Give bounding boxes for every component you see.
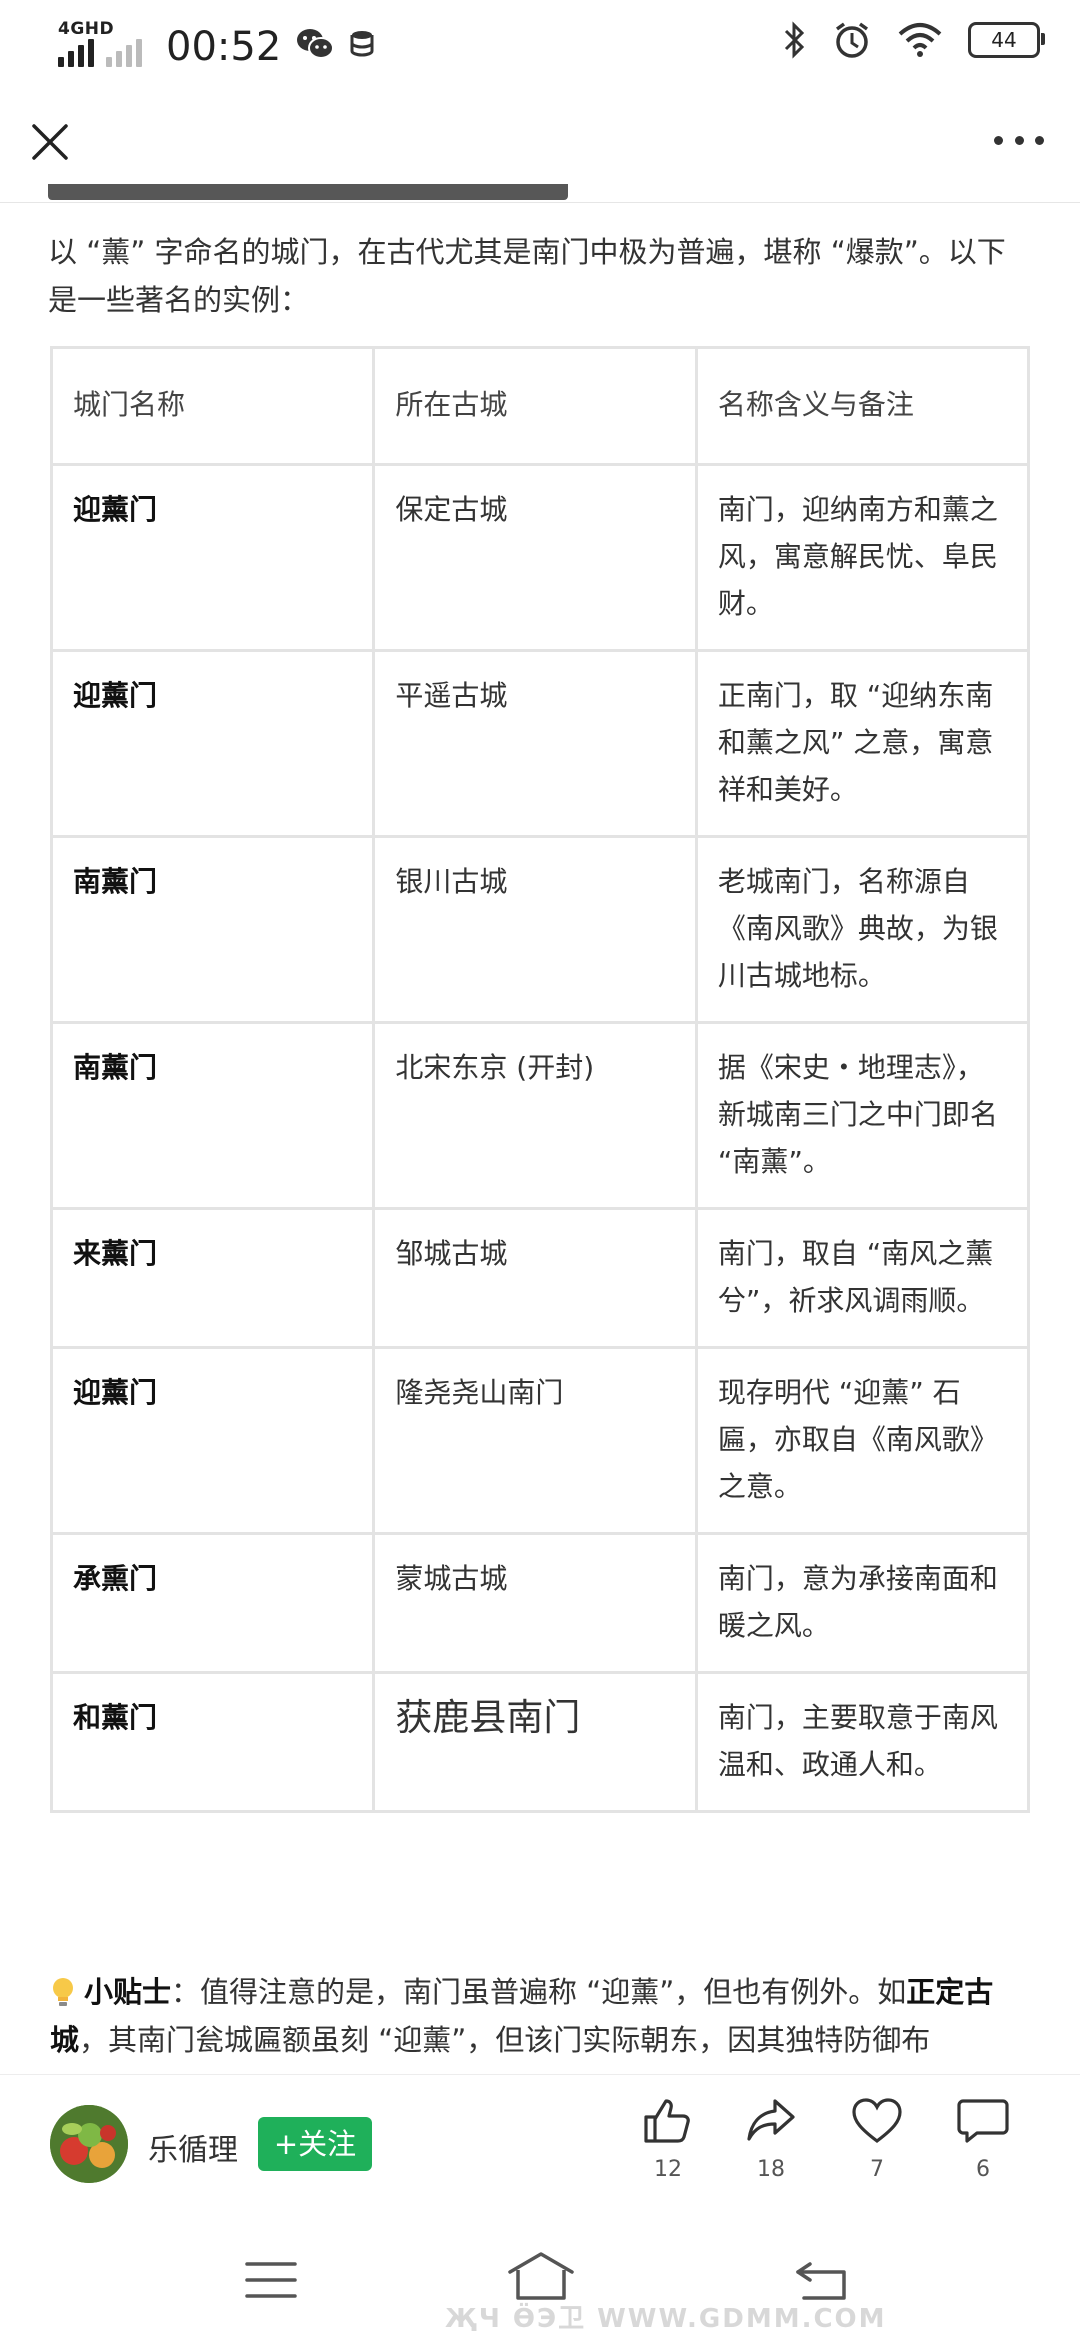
note-cell: 南门，取自 “南风之薰兮”，祈求风调雨顺。 bbox=[694, 1207, 1031, 1349]
bottom-action-bar: 乐循理 +关注 12 18 7 6 bbox=[0, 2074, 1080, 2221]
more-dot bbox=[1035, 135, 1044, 145]
comment-icon bbox=[957, 2099, 1009, 2143]
gate-name-cell: 和薰门 bbox=[49, 1671, 376, 1813]
signal-icon bbox=[58, 35, 94, 67]
favorite-count: 7 bbox=[870, 2157, 884, 2182]
more-dot bbox=[1014, 135, 1024, 145]
heart-icon bbox=[852, 2098, 902, 2144]
table-row: 南薰门 北宋东京 (开封) 据《宋史・地理志》，新城南三门之中门即名 “南薰”。 bbox=[49, 1021, 1031, 1210]
header-note: 名称含义与备注 bbox=[694, 346, 1031, 466]
city-cell: 隆尧尧山南门 bbox=[372, 1346, 698, 1535]
gate-name-cell: 迎薰门 bbox=[49, 463, 376, 652]
gate-name-cell: 迎薰门 bbox=[49, 649, 376, 838]
follow-button[interactable]: +关注 bbox=[258, 2117, 372, 2171]
gate-name-cell: 迎薰门 bbox=[49, 1346, 376, 1535]
city-cell: 获鹿县南门 bbox=[372, 1671, 698, 1813]
author-name[interactable]: 乐循理 bbox=[148, 2125, 238, 2169]
table-row: 迎薰门 保定古城 南门，迎纳南方和薰之风，寓意解民忧、阜民财。 bbox=[49, 463, 1031, 652]
gate-name-cell: 承熏门 bbox=[49, 1532, 376, 1674]
author-avatar[interactable] bbox=[50, 2105, 128, 2183]
gate-name-cell: 来薰门 bbox=[49, 1207, 376, 1349]
table-row: 迎薰门 隆尧尧山南门 现存明代 “迎薰” 石匾，亦取自《南风歌》之意。 bbox=[49, 1346, 1031, 1535]
bluetooth-icon bbox=[784, 21, 805, 59]
share-icon bbox=[747, 2099, 795, 2141]
header-city: 所在古城 bbox=[372, 346, 698, 466]
database-icon bbox=[350, 31, 374, 57]
article-body: 以 “薰” 字命名的城门，在古代尤其是南门中极为普遍，堪称 “爆款”。以下是一些… bbox=[48, 228, 1032, 324]
note-cell: 南门，迎纳南方和薰之风，寓意解民忧、阜民财。 bbox=[694, 463, 1031, 652]
header-gate-name: 城门名称 bbox=[49, 346, 376, 466]
vegetables-avatar-image bbox=[50, 2105, 128, 2183]
table-row: 迎薰门 平遥古城 正南门，取 “迎纳东南和薰之风” 之意，寓意祥和美好。 bbox=[49, 649, 1031, 838]
gate-name-cell: 南薰门 bbox=[49, 835, 376, 1024]
note-cell: 南门，主要取意于南风温和、政通人和。 bbox=[694, 1671, 1031, 1813]
tip-paragraph: 小贴士：值得注意的是，南门虽普遍称 “迎薰”，但也有例外。如正定古城，其南门瓮城… bbox=[50, 1968, 1034, 2064]
clock: 00:52 bbox=[166, 24, 282, 70]
note-cell: 南门，意为承接南面和暖之风。 bbox=[694, 1532, 1031, 1674]
scrolled-heading-remnant bbox=[48, 184, 608, 202]
more-dot bbox=[994, 135, 1003, 145]
city-cell: 保定古城 bbox=[372, 463, 698, 652]
back-icon[interactable] bbox=[794, 2258, 850, 2302]
city-cell: 北宋东京 (开封) bbox=[372, 1021, 698, 1210]
thumbs-up-icon bbox=[644, 2099, 690, 2143]
more-options-button[interactable] bbox=[994, 130, 1044, 150]
share-count: 18 bbox=[757, 2157, 785, 2182]
comment-button[interactable]: 6 bbox=[948, 2097, 1018, 2182]
menu-icon[interactable] bbox=[244, 2258, 298, 2302]
tip-label: 小贴士 bbox=[84, 1975, 172, 2009]
home-icon[interactable] bbox=[506, 2250, 576, 2302]
battery-icon: 44 bbox=[968, 22, 1045, 58]
like-count: 12 bbox=[654, 2157, 682, 2182]
note-cell: 老城南门，名称源自《南风歌》典故，为银川古城地标。 bbox=[694, 835, 1031, 1024]
alarm-icon bbox=[835, 22, 869, 58]
tip-text-cont: ，其南门瓮城匾额虽刻 “迎薰”，但该门实际朝东，因其独特防御布 bbox=[79, 2023, 931, 2057]
table-row: 来薰门 邹城古城 南门，取自 “南风之薰兮”，祈求风调雨顺。 bbox=[49, 1207, 1031, 1349]
comment-count: 6 bbox=[976, 2157, 990, 2182]
intro-paragraph: 以 “薰” 字命名的城门，在古代尤其是南门中极为普遍，堪称 “爆款”。以下是一些… bbox=[48, 235, 1006, 317]
note-cell: 现存明代 “迎薰” 石匾，亦取自《南风歌》之意。 bbox=[694, 1346, 1031, 1535]
favorite-button[interactable]: 7 bbox=[842, 2097, 912, 2182]
lightbulb-icon bbox=[53, 1978, 73, 2006]
tip-text: ：值得注意的是，南门虽普遍称 “迎薰”，但也有例外。如 bbox=[171, 1975, 907, 2009]
status-bar: 4GHD 00:52 44 bbox=[0, 0, 1080, 90]
close-icon[interactable] bbox=[28, 120, 72, 164]
note-cell: 正南门，取 “迎纳东南和薰之风” 之意，寓意祥和美好。 bbox=[694, 649, 1031, 838]
watermark: ҖЧ ӪЭ卫 WWW.GDMM.COM bbox=[445, 2304, 887, 2334]
battery-level: 44 bbox=[991, 28, 1017, 52]
table-row: 承熏门 蒙城古城 南门，意为承接南面和暖之风。 bbox=[49, 1532, 1031, 1674]
share-button[interactable]: 18 bbox=[736, 2097, 806, 2182]
city-gate-table: 城门名称 所在古城 名称含义与备注 迎薰门 保定古城 南门，迎纳南方和薰之风，寓… bbox=[49, 346, 1031, 1813]
like-button[interactable]: 12 bbox=[633, 2097, 703, 2182]
signal-icon-sim2 bbox=[106, 35, 142, 67]
table-row: 南薰门 银川古城 老城南门，名称源自《南风歌》典故，为银川古城地标。 bbox=[49, 835, 1031, 1024]
city-cell: 银川古城 bbox=[372, 835, 698, 1024]
network-type: 4GHD bbox=[58, 19, 115, 39]
city-cell: 蒙城古城 bbox=[372, 1532, 698, 1674]
note-cell: 据《宋史・地理志》，新城南三门之中门即名 “南薰”。 bbox=[694, 1021, 1031, 1210]
city-cell: 邹城古城 bbox=[372, 1207, 698, 1349]
gate-name-cell: 南薰门 bbox=[49, 1021, 376, 1210]
city-cell: 平遥古城 bbox=[372, 649, 698, 838]
wechat-icon bbox=[297, 29, 335, 59]
wifi-icon bbox=[898, 23, 942, 57]
table-row: 和薰门 获鹿县南门 南门，主要取意于南风温和、政通人和。 bbox=[49, 1671, 1031, 1813]
table-header-row: 城门名称 所在古城 名称含义与备注 bbox=[49, 346, 1031, 466]
